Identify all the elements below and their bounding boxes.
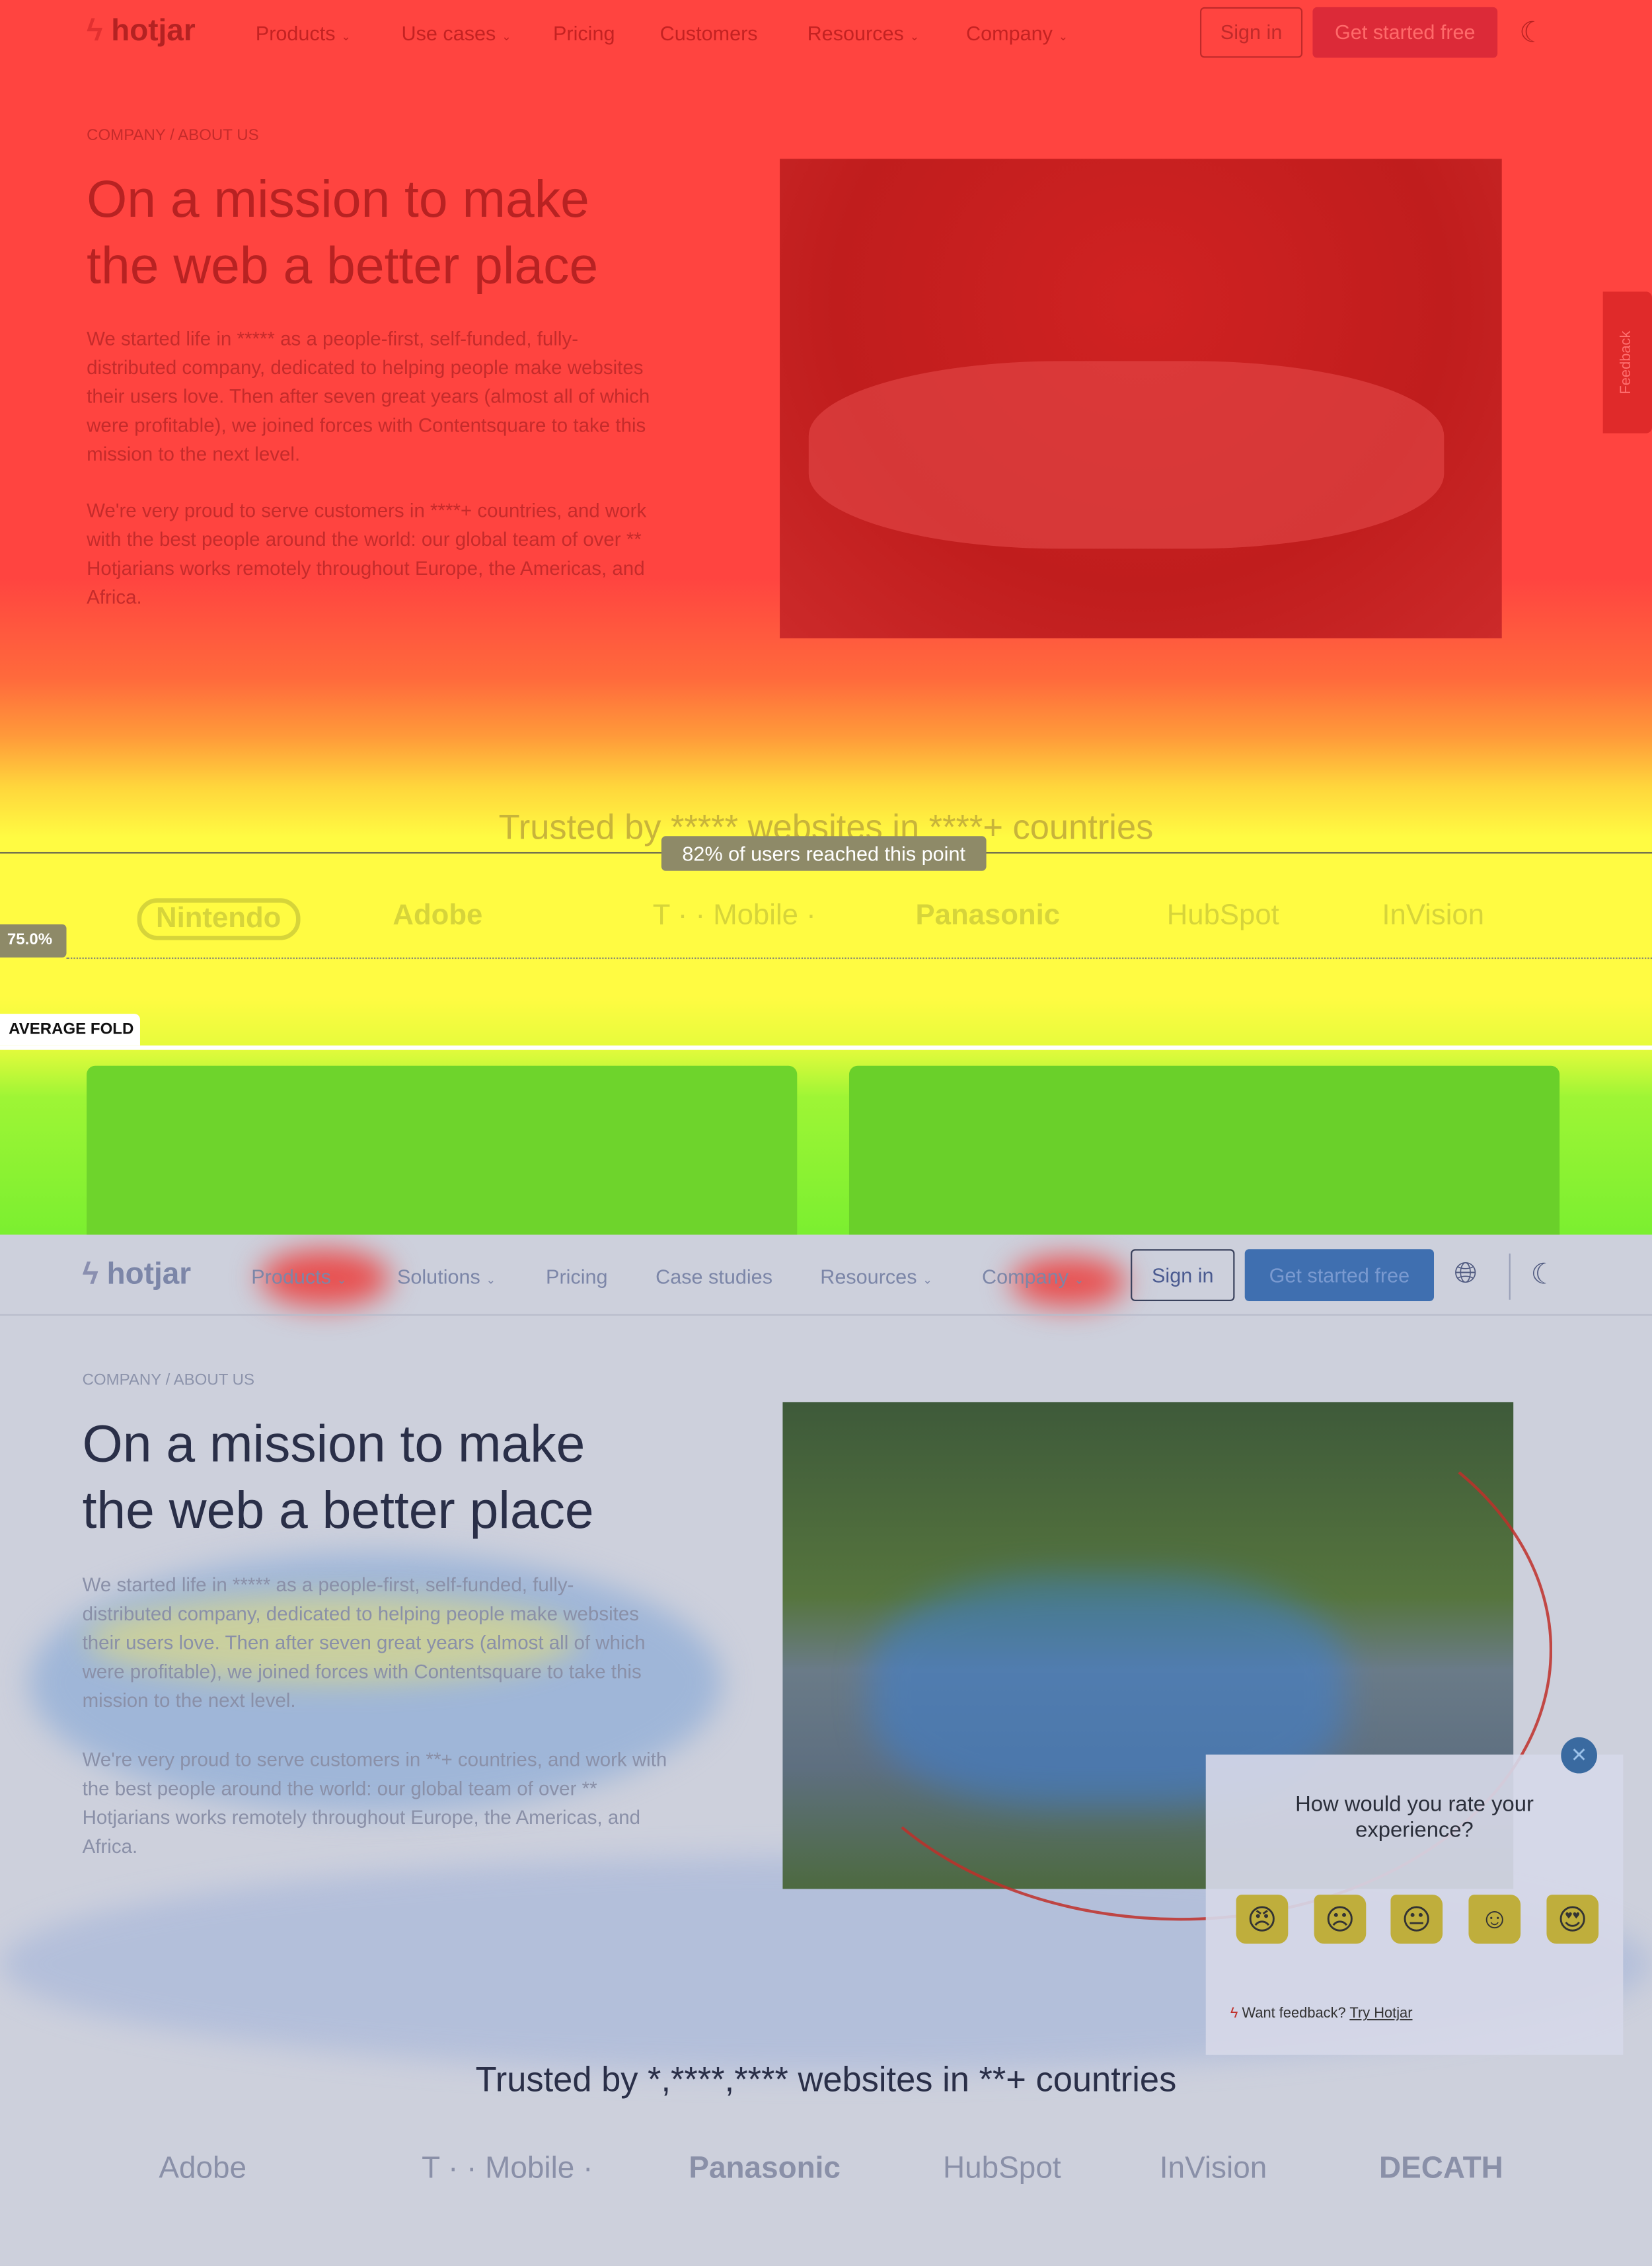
average-fold-label: AVERAGE FOLD bbox=[0, 1014, 140, 1046]
get-started-button[interactable]: Get started free bbox=[1312, 7, 1498, 58]
feedback-tab[interactable]: Feedback bbox=[1602, 291, 1652, 434]
rating-neutral-icon[interactable]: 😐︎ bbox=[1390, 1895, 1443, 1944]
get-started-button[interactable]: Get started free bbox=[1244, 1249, 1435, 1301]
nav-customers[interactable]: Customers bbox=[660, 22, 758, 45]
moon-icon[interactable]: ☾ bbox=[1530, 1256, 1556, 1293]
logo-invision: InVision bbox=[1159, 2152, 1267, 2185]
scroll-percent-badge: 75.0% bbox=[0, 924, 67, 958]
scroll-heatmap-section: ϟ hotjar Products ⌄ Use cases ⌄ Pricing Cu… bbox=[0, 0, 1652, 1235]
sign-in-button[interactable]: Sign in bbox=[1199, 7, 1303, 58]
nav-solutions[interactable]: Solutions ⌄ bbox=[397, 1265, 496, 1288]
nav-separator bbox=[0, 1314, 1652, 1316]
story-image-card bbox=[87, 1065, 798, 1235]
page-title: On a mission to make the web a better pla… bbox=[82, 1414, 594, 1540]
scroll-percent-line bbox=[66, 957, 1652, 960]
rating-angry-icon[interactable]: 😠︎ bbox=[1236, 1895, 1289, 1944]
nav-products[interactable]: Products ⌄ bbox=[256, 22, 351, 45]
logo-tmobile: T · · Mobile · bbox=[652, 899, 816, 932]
team-paragraph: We're very proud to serve customers in *… bbox=[82, 1749, 667, 1858]
logo-decathlon: DECATH bbox=[1378, 2152, 1503, 2185]
nav-products[interactable]: Products ⌄ bbox=[251, 1265, 346, 1288]
nav-company[interactable]: Company ⌄ bbox=[982, 1265, 1084, 1288]
team-photo bbox=[780, 159, 1502, 638]
story-image-card bbox=[848, 1065, 1560, 1235]
reach-tooltip: 82% of users reached this point bbox=[661, 836, 987, 871]
breadcrumb: COMPANY / ABOUT US bbox=[87, 127, 259, 145]
hotjar-mark-icon: ϟ bbox=[1230, 2006, 1238, 2022]
nav-pricing[interactable]: Pricing bbox=[546, 1265, 608, 1288]
rating-love-icon[interactable]: 😍︎ bbox=[1546, 1895, 1599, 1944]
breadcrumb: COMPANY / ABOUT US bbox=[82, 1372, 255, 1390]
logo-panasonic: Panasonic bbox=[689, 2152, 841, 2185]
survey-footer: ϟ Want feedback? Try Hotjar bbox=[1230, 2006, 1413, 2022]
intro-paragraph: We started life in ***** as a people-fir… bbox=[82, 1573, 646, 1712]
rating-happy-icon[interactable]: ☺︎ bbox=[1468, 1895, 1521, 1944]
try-hotjar-link[interactable]: Try Hotjar bbox=[1349, 2006, 1412, 2021]
logo-hubspot: HubSpot bbox=[943, 2152, 1061, 2185]
logo-hubspot: HubSpot bbox=[1166, 899, 1279, 932]
nav-use-cases[interactable]: Use cases ⌄ bbox=[402, 22, 511, 45]
logo-nintendo: Nintendo bbox=[137, 898, 300, 940]
nav-case-studies[interactable]: Case studies bbox=[656, 1265, 772, 1288]
intro-paragraph: We started life in ***** as a people-fir… bbox=[87, 328, 650, 465]
team-paragraph: We're very proud to serve customers in *… bbox=[87, 500, 647, 609]
logo-tmobile: T · · Mobile · bbox=[422, 2152, 593, 2185]
logo-adobe: Adobe bbox=[159, 2152, 247, 2185]
globe-icon[interactable]: 🌐︎ bbox=[1454, 1258, 1478, 1291]
logo-adobe: Adobe bbox=[393, 899, 483, 932]
sign-in-button[interactable]: Sign in bbox=[1131, 1249, 1235, 1301]
trusted-heading: Trusted by *,****,**** websites in **+ c… bbox=[475, 2060, 1177, 2100]
average-fold-line bbox=[0, 1045, 1652, 1050]
nav-pricing[interactable]: Pricing bbox=[553, 22, 615, 45]
nav-resources[interactable]: Resources ⌄ bbox=[807, 22, 920, 45]
logo-invision: InVision bbox=[1382, 899, 1485, 932]
survey-question: How would you rate your experience? bbox=[1295, 1792, 1534, 1843]
hotjar-logo[interactable]: ϟ hotjar bbox=[87, 15, 196, 49]
nav-resources[interactable]: Resources ⌄ bbox=[820, 1265, 932, 1288]
page-title: On a mission to make the web a better pla… bbox=[87, 169, 599, 295]
hotjar-logo[interactable]: ϟ hotjar bbox=[83, 1258, 192, 1292]
nav-company[interactable]: Company ⌄ bbox=[966, 22, 1068, 45]
moon-icon[interactable]: ☾ bbox=[1519, 15, 1545, 51]
close-icon[interactable]: ✕ bbox=[1561, 1737, 1597, 1774]
nav-divider bbox=[1509, 1253, 1511, 1300]
rating-sad-icon[interactable]: ☹︎ bbox=[1314, 1895, 1367, 1944]
logo-panasonic: Panasonic bbox=[915, 899, 1061, 932]
